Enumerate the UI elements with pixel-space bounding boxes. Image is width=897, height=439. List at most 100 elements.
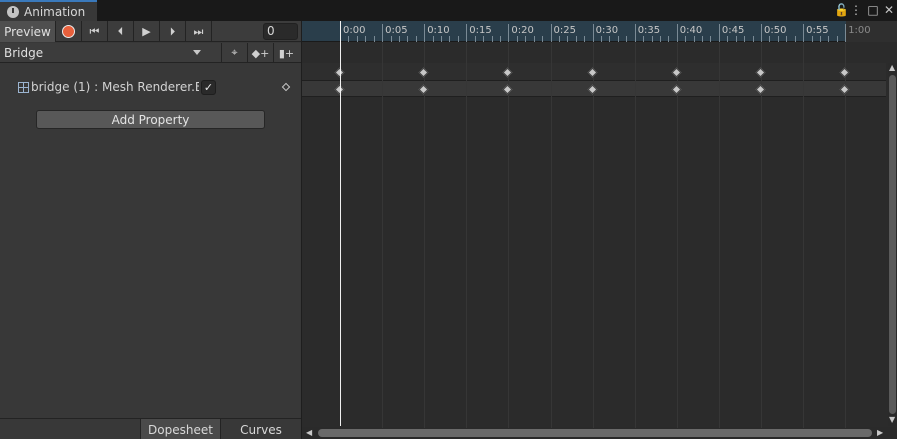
ruler-minor-tick: [693, 36, 695, 42]
playhead[interactable]: [340, 21, 341, 426]
timeline-gridline: [508, 43, 510, 428]
ruler-major-tick: [845, 24, 847, 42]
ruler-label: 0:40: [679, 25, 703, 36]
ruler-minor-tick: [499, 36, 501, 42]
ruler-label: 0:05: [385, 25, 408, 36]
filter-by-selection-button[interactable]: ⌖: [221, 43, 247, 63]
preview-button[interactable]: Preview: [0, 21, 56, 42]
skip-to-end-icon: ⏭: [193, 24, 204, 38]
step-back-icon: ⏴: [117, 24, 124, 38]
ruler-minor-tick: [752, 36, 754, 42]
ruler-label: 0:15: [469, 25, 492, 36]
ruler-minor-tick: [491, 36, 493, 42]
add-keyframe-icon: ◆+: [251, 46, 270, 60]
add-event-button[interactable]: ▮+: [273, 43, 299, 63]
ruler-minor-tick: [542, 36, 544, 42]
time-ruler[interactable]: 0:00 0:05 0:10 0:15 0:20 0:25 0:30 0:35 0:40 0:45…: [302, 21, 897, 42]
horizontal-scroll-thumb[interactable]: [318, 429, 872, 437]
add-event-icon: ▮+: [278, 46, 295, 60]
horizontal-scrollbar[interactable]: ◀ ▶: [302, 427, 897, 439]
ruler-minor-tick: [735, 36, 737, 42]
timeline-gridline: [676, 43, 678, 428]
ruler-major-tick: [718, 24, 720, 42]
next-keyframe-button[interactable]: ⏵: [160, 21, 186, 42]
ruler-minor-tick: [575, 36, 577, 42]
scroll-up-icon[interactable]: ▲: [889, 64, 895, 72]
play-button[interactable]: ▶: [134, 21, 160, 42]
property-label: bridge (1) : Mesh Renderer.Enabled: [31, 80, 199, 94]
ruler-minor-tick: [836, 36, 838, 42]
tab-curves[interactable]: Curves: [220, 419, 301, 439]
ruler-minor-tick: [643, 36, 645, 42]
timeline-gridline: [424, 43, 426, 428]
ruler-minor-tick: [710, 36, 712, 42]
tab-dopesheet[interactable]: Dopesheet: [140, 419, 220, 439]
ruler-major-tick: [634, 24, 636, 42]
ruler-minor-tick: [601, 36, 603, 42]
ruler-minor-tick: [558, 36, 560, 42]
add-property-button[interactable]: Add Property: [36, 110, 265, 129]
ruler-major-tick: [676, 24, 678, 42]
ruler-major-tick: [466, 24, 468, 42]
skip-to-start-icon: ⏮: [89, 24, 100, 38]
previous-keyframe-button[interactable]: ⏴: [108, 21, 134, 42]
keyframe-toggle-icon[interactable]: [281, 82, 291, 92]
last-keyframe-button[interactable]: ⏭: [186, 21, 212, 42]
ruler-minor-tick: [348, 36, 350, 42]
frame-input[interactable]: 0: [263, 23, 298, 40]
ruler-major-tick: [550, 24, 552, 42]
timeline-gridline: [550, 43, 552, 428]
hierarchy-panel: Preview ⏮ ⏴ ▶ ⏵ ⏭ 0 Bridge ⌖ ◆+ ▮+ bridg…: [0, 21, 301, 439]
ruler-minor-tick: [651, 36, 653, 42]
ruler-minor-tick: [584, 36, 586, 42]
ruler-minor-tick: [819, 36, 821, 42]
close-icon[interactable]: ✕: [882, 2, 896, 18]
record-button[interactable]: [56, 21, 82, 42]
scroll-down-icon[interactable]: ▼: [889, 416, 895, 424]
tab-animation-label: Animation: [24, 4, 86, 19]
ruler-minor-tick: [811, 36, 813, 42]
ruler-label: 0:45: [721, 25, 745, 36]
ruler-minor-tick: [617, 36, 619, 42]
vertical-scroll-thumb[interactable]: [889, 75, 896, 414]
timeline-gridline: [718, 43, 720, 428]
timeline-gridline: [592, 43, 594, 428]
view-mode-tabs: Dopesheet Curves: [0, 418, 301, 439]
timeline-gridline: [382, 43, 384, 428]
ruler-label: 0:25: [553, 25, 576, 36]
ruler-major-tick: [424, 24, 426, 42]
property-enabled-checkbox[interactable]: ✓: [201, 80, 216, 95]
timeline-gridline: [803, 43, 805, 428]
ruler-minor-tick: [777, 36, 779, 42]
dopesheet-timeline[interactable]: 0:00 0:05 0:10 0:15 0:20 0:25 0:30 0:35 0:40 0:45…: [302, 21, 897, 439]
ruler-label: 0:35: [637, 25, 661, 36]
maximize-icon[interactable]: □: [866, 2, 880, 18]
tab-animation[interactable]: Animation: [0, 0, 97, 21]
ruler-minor-tick: [407, 36, 409, 42]
timeline-gridline: [466, 43, 468, 428]
dropdown-arrow-icon: [193, 50, 201, 55]
ruler-minor-tick: [533, 36, 535, 42]
ruler-minor-tick: [828, 36, 830, 42]
ruler-minor-tick: [685, 36, 687, 42]
ruler-label: 0:20: [511, 25, 534, 36]
timeline-gridline: [634, 43, 636, 428]
lock-icon[interactable]: 🔓: [834, 2, 849, 18]
clip-dropdown-value: Bridge: [4, 46, 44, 60]
vertical-scrollbar[interactable]: ▲ ▼: [888, 63, 897, 426]
scroll-left-icon[interactable]: ◀: [306, 429, 312, 437]
ruler-minor-tick: [398, 36, 400, 42]
mesh-renderer-icon: [18, 82, 29, 93]
window-tab-bar: Animation 🔓 ⋮ □ ✕: [0, 0, 897, 21]
add-keyframe-button[interactable]: ◆+: [247, 43, 273, 63]
clip-dropdown[interactable]: Bridge: [0, 43, 210, 63]
ruler-minor-tick: [702, 36, 704, 42]
window-menu-icon[interactable]: ⋮: [849, 2, 863, 18]
ruler-minor-tick: [609, 36, 611, 42]
ruler-minor-tick: [432, 36, 434, 42]
scroll-right-icon[interactable]: ▶: [877, 429, 883, 437]
property-row[interactable]: bridge (1) : Mesh Renderer.Enabled ✓: [0, 79, 301, 97]
ruler-minor-tick: [567, 36, 569, 42]
first-keyframe-button[interactable]: ⏮: [82, 21, 108, 42]
ruler-minor-tick: [727, 36, 729, 42]
